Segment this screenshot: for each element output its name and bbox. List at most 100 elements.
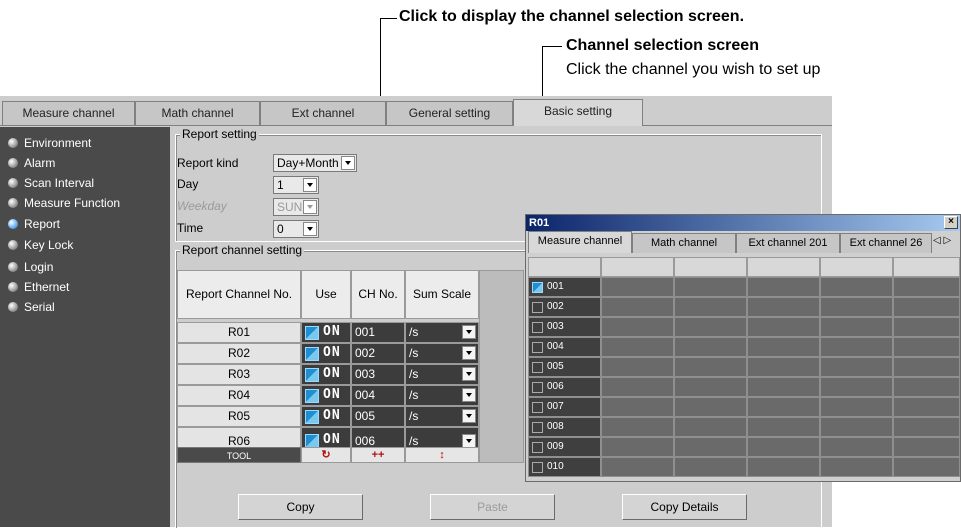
ch-no-field[interactable]: 006 (351, 427, 405, 447)
channel-cell-empty[interactable] (674, 457, 747, 477)
channel-item[interactable]: 004 (528, 337, 601, 357)
tab-general-setting[interactable]: General setting (386, 101, 513, 125)
swap-tool-button[interactable]: ↕ (405, 447, 479, 463)
channel-cell-empty[interactable] (747, 377, 820, 397)
channel-cell-empty[interactable] (820, 317, 893, 337)
channel-cell-empty[interactable] (820, 417, 893, 437)
sum-scale-select[interactable]: /s (405, 385, 479, 406)
channel-item[interactable]: 002 (528, 297, 601, 317)
channel-item[interactable]: 003 (528, 317, 601, 337)
channel-cell-empty[interactable] (747, 357, 820, 377)
channel-cell-empty[interactable] (747, 417, 820, 437)
channel-item[interactable]: 005 (528, 357, 601, 377)
channel-cell-empty[interactable] (674, 337, 747, 357)
channel-cell-empty[interactable] (747, 457, 820, 477)
channel-cell-empty[interactable] (674, 417, 747, 437)
channel-cell-empty[interactable] (601, 317, 674, 337)
tab-math-channel[interactable]: Math channel (135, 101, 260, 125)
sidebar-item-serial[interactable]: Serial (8, 297, 55, 317)
sum-scale-select[interactable]: /s (405, 427, 479, 447)
channel-cell-empty[interactable] (820, 397, 893, 417)
channel-cell-empty[interactable] (601, 277, 674, 297)
report-kind-select[interactable]: Day+Month (273, 154, 357, 172)
use-toggle[interactable]: ON (301, 427, 351, 447)
sum-scale-select[interactable]: /s (405, 406, 479, 427)
channel-cell-empty[interactable] (893, 297, 960, 317)
use-toggle[interactable]: ON (301, 322, 351, 343)
sidebar-item-scan-interval[interactable]: Scan Interval (8, 173, 94, 193)
channel-cell-empty[interactable] (601, 297, 674, 317)
use-toggle[interactable]: ON (301, 364, 351, 385)
channel-cell-empty[interactable] (674, 357, 747, 377)
channel-item[interactable]: 008 (528, 417, 601, 437)
copy-button[interactable]: Copy (238, 494, 363, 520)
channel-item[interactable]: 001 (528, 277, 601, 297)
sidebar-item-ethernet[interactable]: Ethernet (8, 277, 69, 297)
channel-cell-empty[interactable] (747, 317, 820, 337)
channel-cell-empty[interactable] (747, 277, 820, 297)
channel-item[interactable]: 007 (528, 397, 601, 417)
channel-cell-empty[interactable] (820, 457, 893, 477)
chevron-down-icon[interactable] (462, 367, 476, 381)
channel-cell-empty[interactable] (893, 337, 960, 357)
channel-cell-empty[interactable] (601, 357, 674, 377)
use-toggle[interactable]: ON (301, 385, 351, 406)
close-icon[interactable]: × (944, 216, 958, 229)
channel-item[interactable]: 010 (528, 457, 601, 477)
channel-cell-empty[interactable] (601, 337, 674, 357)
channel-cell-empty[interactable] (674, 377, 747, 397)
channel-cell-empty[interactable] (747, 397, 820, 417)
channel-cell-empty[interactable] (893, 397, 960, 417)
sidebar-item-environment[interactable]: Environment (8, 133, 91, 153)
ch-no-field[interactable]: 003 (351, 364, 405, 385)
channel-cell-empty[interactable] (747, 297, 820, 317)
tab-basic-setting[interactable]: Basic setting (513, 99, 643, 126)
sum-scale-select[interactable]: /s (405, 364, 479, 385)
channel-cell-empty[interactable] (820, 357, 893, 377)
ch-no-field[interactable]: 005 (351, 406, 405, 427)
popup-tab-ext-channel-201[interactable]: Ext channel 201 (736, 233, 840, 253)
ch-no-field[interactable]: 004 (351, 385, 405, 406)
channel-cell-empty[interactable] (674, 437, 747, 457)
channel-cell-empty[interactable] (893, 457, 960, 477)
ch-no-field[interactable]: 002 (351, 343, 405, 364)
chevron-down-icon[interactable] (462, 434, 476, 447)
sum-scale-select[interactable]: /s (405, 322, 479, 343)
channel-cell-empty[interactable] (893, 377, 960, 397)
use-toggle[interactable]: ON (301, 343, 351, 364)
channel-cell-empty[interactable] (820, 437, 893, 457)
sidebar-item-key-lock[interactable]: Key Lock (8, 235, 73, 255)
sidebar-item-alarm[interactable]: Alarm (8, 153, 55, 173)
sidebar-item-report[interactable]: Report (8, 214, 60, 234)
tab-scroll-arrows-icon[interactable]: ◁ ▷ (933, 235, 951, 246)
chevron-down-icon[interactable] (462, 409, 476, 423)
channel-cell-empty[interactable] (820, 337, 893, 357)
chevron-down-icon[interactable] (341, 156, 355, 170)
increment-tool-button[interactable]: ++ (351, 447, 405, 463)
chevron-down-icon[interactable] (462, 388, 476, 402)
channel-cell-empty[interactable] (893, 357, 960, 377)
popup-tab-measure-channel[interactable]: Measure channel (528, 231, 632, 253)
channel-cell-empty[interactable] (674, 317, 747, 337)
refresh-tool-button[interactable]: ↻ (301, 447, 351, 463)
channel-cell-empty[interactable] (674, 277, 747, 297)
use-toggle[interactable]: ON (301, 406, 351, 427)
channel-cell-empty[interactable] (893, 317, 960, 337)
channel-cell-empty[interactable] (820, 377, 893, 397)
channel-cell-empty[interactable] (893, 417, 960, 437)
chevron-down-icon[interactable] (303, 178, 317, 192)
copy-details-button[interactable]: Copy Details (622, 494, 747, 520)
channel-cell-empty[interactable] (747, 437, 820, 457)
tab-measure-channel[interactable]: Measure channel (2, 101, 135, 125)
tab-ext-channel[interactable]: Ext channel (260, 101, 386, 125)
channel-cell-empty[interactable] (674, 297, 747, 317)
sidebar-item-login[interactable]: Login (8, 257, 53, 277)
channel-cell-empty[interactable] (747, 337, 820, 357)
popup-tab-math-channel[interactable]: Math channel (632, 233, 736, 253)
channel-cell-empty[interactable] (674, 397, 747, 417)
ch-no-field[interactable]: 001 (351, 322, 405, 343)
popup-tab-ext-channel-26[interactable]: Ext channel 26 (840, 233, 932, 253)
channel-cell-empty[interactable] (893, 437, 960, 457)
channel-cell-empty[interactable] (601, 417, 674, 437)
channel-cell-empty[interactable] (601, 397, 674, 417)
